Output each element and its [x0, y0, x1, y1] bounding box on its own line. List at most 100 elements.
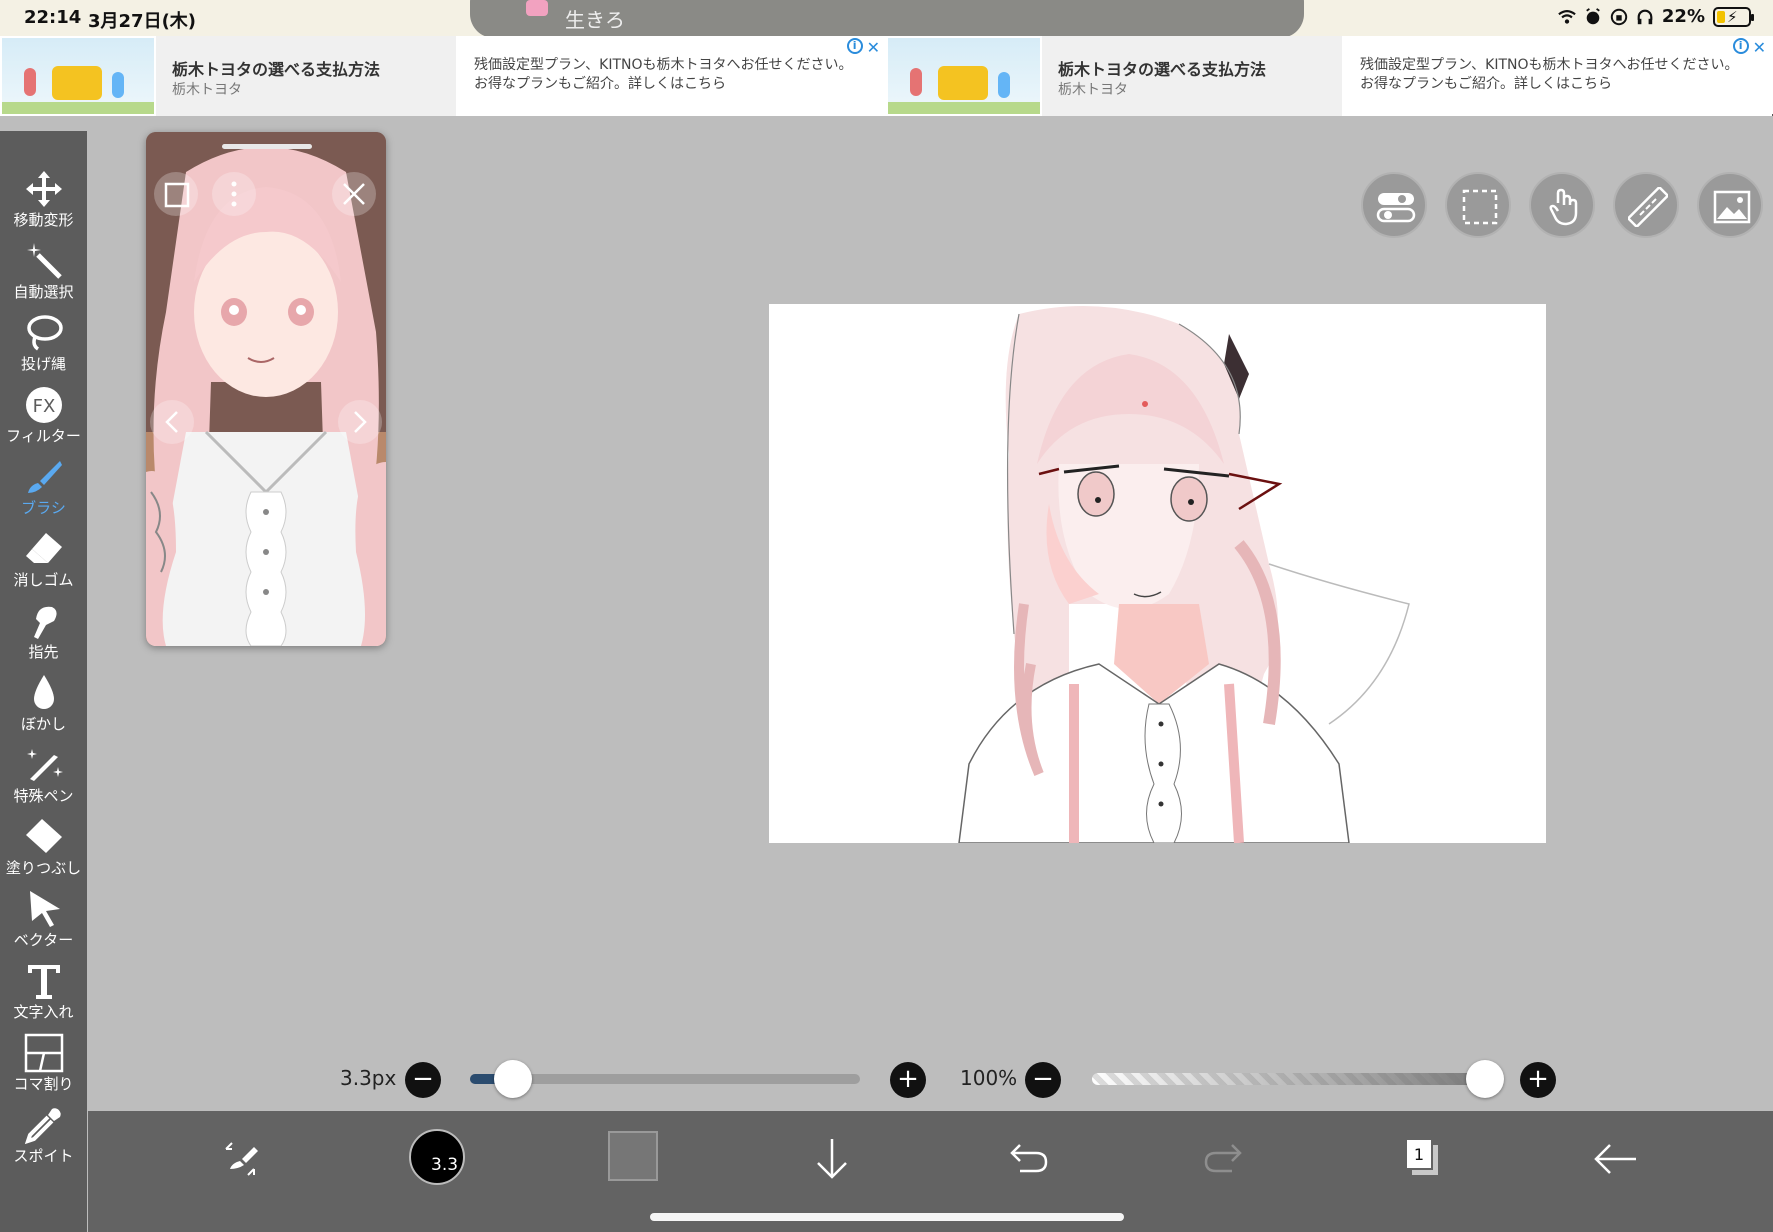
size-increase-button[interactable]: + — [890, 1062, 926, 1098]
opacity-increase-button[interactable]: + — [1520, 1062, 1556, 1098]
ad-close-icon[interactable]: ✕ — [867, 38, 880, 57]
tool-move-transform[interactable]: 移動変形 — [0, 169, 87, 239]
opacity-slider-track[interactable] — [1092, 1073, 1492, 1085]
wifi-icon — [1558, 9, 1576, 24]
tool-lasso[interactable]: 投げ縄 — [0, 313, 87, 383]
reference-image-button[interactable] — [1697, 172, 1763, 238]
tool-fill[interactable]: 塗りつぶし — [0, 817, 87, 887]
layer-count: 1 — [1414, 1145, 1424, 1164]
brush-size-value: 3.3px — [340, 1066, 397, 1090]
opacity-slider-knob[interactable] — [1466, 1060, 1504, 1098]
tool-special-pen[interactable]: 特殊ペン — [0, 745, 87, 815]
undo-button[interactable] — [998, 1129, 1058, 1189]
tool-label: ベクター — [13, 931, 74, 949]
ruler-icon — [1628, 187, 1668, 227]
previous-image-button[interactable] — [150, 400, 194, 444]
expand-button[interactable] — [154, 172, 198, 216]
dashed-select-icon — [1462, 189, 1498, 225]
image-icon — [1713, 190, 1751, 224]
tool-auto-select[interactable]: 自動選択 — [0, 241, 87, 311]
finger-icon — [34, 606, 57, 639]
tool-filter[interactable]: FX フィルター — [0, 385, 87, 455]
blur-drop-icon — [34, 675, 54, 709]
ad-banner[interactable]: 栃木トヨタの選べる支払方法 栃木トヨタ 残価設定型プラン、KITNOも栃木トヨタ… — [0, 36, 886, 116]
next-image-button[interactable] — [338, 400, 382, 444]
fill-icon — [26, 819, 62, 853]
tool-frame-divider[interactable]: コマ割り — [0, 1033, 87, 1103]
tool-label: 投げ縄 — [20, 355, 66, 373]
arrow-down-icon — [817, 1139, 847, 1179]
brush-size-preview[interactable]: 3.3 — [409, 1129, 465, 1185]
square-icon — [164, 182, 190, 208]
tool-label: フィルター — [6, 427, 81, 445]
home-indicator[interactable] — [650, 1213, 1124, 1221]
ad-banner[interactable]: 栃木トヨタの選べる支払方法 栃木トヨタ 残価設定型プラン、KITNOも栃木トヨタ… — [886, 36, 1772, 116]
chevron-right-icon — [354, 411, 367, 433]
selection-button[interactable] — [1445, 172, 1511, 238]
tool-label: ブラシ — [21, 499, 66, 517]
undo-icon — [1010, 1144, 1048, 1173]
ad-title: 栃木トヨタの選べる支払方法 — [1058, 60, 1267, 79]
arrow-left-icon — [1594, 1144, 1636, 1174]
notification-text: 生きろ — [565, 8, 625, 32]
battery-icon: ⚡ — [1713, 6, 1754, 27]
ad-advertiser: 栃木トヨタ — [1058, 82, 1128, 98]
ad-info-icon[interactable]: i — [846, 38, 863, 54]
tool-label: 移動変形 — [13, 211, 74, 229]
tool-label: 特殊ペン — [13, 787, 74, 805]
app-notification-icon — [526, 0, 548, 16]
tool-label: スポイト — [13, 1147, 74, 1165]
opacity-value: 100% — [960, 1066, 1018, 1090]
rotation-lock-icon — [1610, 8, 1628, 25]
ad-bar: 栃木トヨタの選べる支払方法 栃木トヨタ 残価設定型プラン、KITNOも栃木トヨタ… — [0, 36, 1773, 116]
toggle-switch-icon — [1376, 193, 1416, 223]
touch-gesture-button[interactable] — [1529, 172, 1595, 238]
status-indicators: 22% ⚡ — [1558, 6, 1754, 27]
artwork — [958, 306, 1410, 843]
magic-wand-icon — [27, 243, 62, 279]
current-color-swatch[interactable] — [608, 1131, 658, 1181]
toggle-settings-button[interactable] — [1361, 172, 1427, 238]
tool-label: 文字入れ — [13, 1003, 74, 1021]
tool-label: 消しゴム — [13, 571, 74, 589]
tool-blur[interactable]: ぼかし — [0, 673, 87, 743]
drag-handle[interactable] — [222, 144, 312, 149]
ruler-button[interactable] — [1613, 172, 1679, 238]
ad-body: 残価設定型プラン、KITNOも栃木トヨタへお任せください。お得なプランもご紹介。… — [474, 57, 853, 92]
download-button[interactable] — [802, 1129, 862, 1189]
vector-arrow-icon — [30, 891, 60, 927]
more-options-button[interactable] — [212, 172, 256, 216]
opacity-decrease-button[interactable]: − — [1025, 1062, 1061, 1098]
ad-image — [888, 38, 1040, 114]
brush-icon — [28, 461, 62, 493]
tool-text[interactable]: 文字入れ — [0, 961, 87, 1031]
hand-touch-icon — [1549, 188, 1578, 226]
text-icon — [28, 965, 60, 999]
eyedropper-icon — [24, 1108, 61, 1145]
redo-button[interactable] — [1194, 1129, 1254, 1189]
tool-eraser[interactable]: 消しゴム — [0, 529, 87, 599]
ad-close-icon[interactable]: ✕ — [1753, 38, 1766, 57]
tool-brush[interactable]: ブラシ — [0, 457, 87, 527]
eraser-icon — [26, 533, 62, 563]
back-button[interactable] — [1586, 1129, 1646, 1189]
tool-finger[interactable]: 指先 — [0, 601, 87, 671]
tool-label: ぼかし — [20, 715, 66, 733]
size-decrease-button[interactable]: − — [405, 1062, 441, 1098]
notification-banner[interactable]: 生きろ — [470, 0, 1304, 38]
reference-window[interactable] — [146, 132, 386, 646]
svg-text:FX: FX — [33, 396, 56, 417]
drawing-canvas[interactable] — [769, 304, 1546, 843]
close-reference-button[interactable] — [332, 172, 376, 216]
layers-button[interactable]: 1 — [1390, 1129, 1450, 1189]
ad-info-icon[interactable]: i — [1732, 38, 1749, 54]
status-time: 22:14 — [24, 7, 82, 28]
layers-icon: 1 — [1405, 1138, 1438, 1175]
tool-eyedropper[interactable]: スポイト — [0, 1105, 87, 1175]
brush-swap-button[interactable] — [210, 1129, 270, 1189]
special-pen-icon — [27, 749, 63, 781]
size-slider-knob[interactable] — [494, 1060, 532, 1098]
tool-label: 自動選択 — [13, 283, 74, 301]
tool-vector[interactable]: ベクター — [0, 889, 87, 959]
lasso-icon — [27, 315, 63, 351]
